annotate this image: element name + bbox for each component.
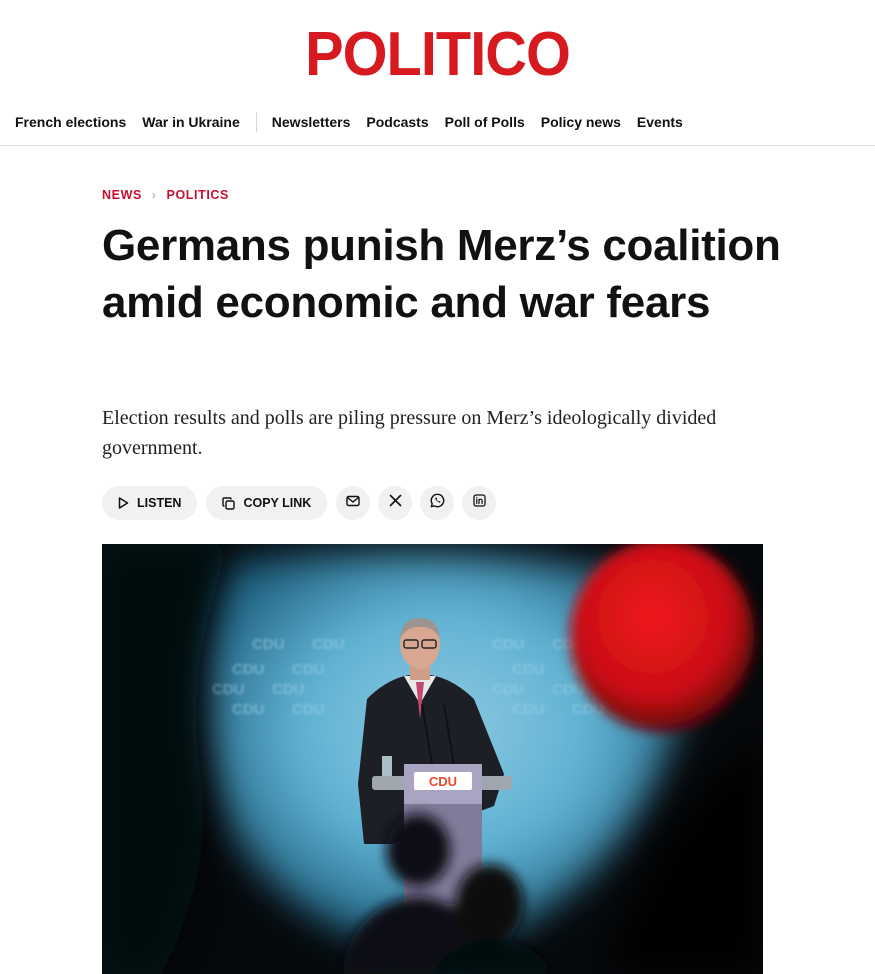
breadcrumb-politics[interactable]: POLITICS: [167, 188, 229, 202]
nav-item-policy-news[interactable]: Policy news: [541, 114, 621, 130]
backdrop-logo: CDU: [272, 681, 305, 698]
nav-item-poll-of-polls[interactable]: Poll of Polls: [445, 114, 525, 130]
article-dek: Election results and polls are piling pr…: [102, 407, 717, 459]
nav-item-newsletters[interactable]: Newsletters: [272, 114, 351, 130]
backdrop-logo: CDU: [292, 701, 325, 718]
linkedin-icon: [473, 494, 486, 512]
backdrop-logo: CDU: [312, 636, 345, 653]
mail-icon: [346, 494, 360, 512]
politico-logo[interactable]: POLITICO: [31, 24, 845, 86]
whatsapp-icon: [430, 493, 445, 513]
nav-item-french-elections[interactable]: French elections: [15, 114, 126, 130]
main-nav: French elections War in Ukraine Newslett…: [0, 98, 875, 146]
backdrop-logo: CDU: [232, 701, 265, 718]
nav-item-events[interactable]: Events: [637, 114, 683, 130]
backdrop-logo: CDU: [512, 701, 545, 718]
x-icon: [389, 494, 402, 512]
article-headline: Germans punish Merz’s coalition amid eco…: [102, 221, 781, 327]
copy-link-label: COPY LINK: [243, 496, 312, 510]
nav-item-war-in-ukraine[interactable]: War in Ukraine: [142, 114, 240, 130]
backdrop-logo: CDU: [512, 661, 545, 678]
nav-item-podcasts[interactable]: Podcasts: [366, 114, 428, 130]
nav-divider: [255, 111, 257, 132]
backdrop-logo: CDU: [492, 636, 525, 653]
chevron-right-icon: ›: [151, 188, 157, 202]
share-email-button[interactable]: [336, 486, 371, 520]
backdrop-logo: CDU: [492, 681, 525, 698]
copy-link-button[interactable]: COPY LINK: [206, 486, 328, 520]
backdrop-logo: CDU: [252, 636, 285, 653]
share-x-button[interactable]: [378, 486, 413, 520]
share-whatsapp-button[interactable]: [420, 486, 455, 520]
share-linkedin-button[interactable]: [462, 486, 497, 520]
listen-button[interactable]: LISTEN: [102, 486, 198, 520]
breadcrumb: NEWS › POLITICS: [102, 188, 229, 202]
backdrop-logo: CDU: [232, 661, 265, 678]
backdrop-logo: CDU: [552, 681, 585, 698]
listen-label: LISTEN: [137, 496, 182, 510]
share-toolbar: LISTEN COPY LINK: [102, 486, 504, 520]
copy-icon: [222, 496, 236, 510]
play-icon: [118, 497, 129, 509]
backdrop-logo: CDU: [212, 681, 245, 698]
podium-logo: CDU: [429, 774, 457, 789]
backdrop-logo: CDU: [292, 661, 325, 678]
press-conference-photo: CDU CDU CDU CDU CDU CDU CDU CDU CDU CDU …: [102, 544, 763, 974]
masthead: POLITICO: [0, 0, 875, 98]
article-hero-image: CDU CDU CDU CDU CDU CDU CDU CDU CDU CDU …: [102, 544, 763, 974]
breadcrumb-news[interactable]: NEWS: [102, 188, 142, 202]
